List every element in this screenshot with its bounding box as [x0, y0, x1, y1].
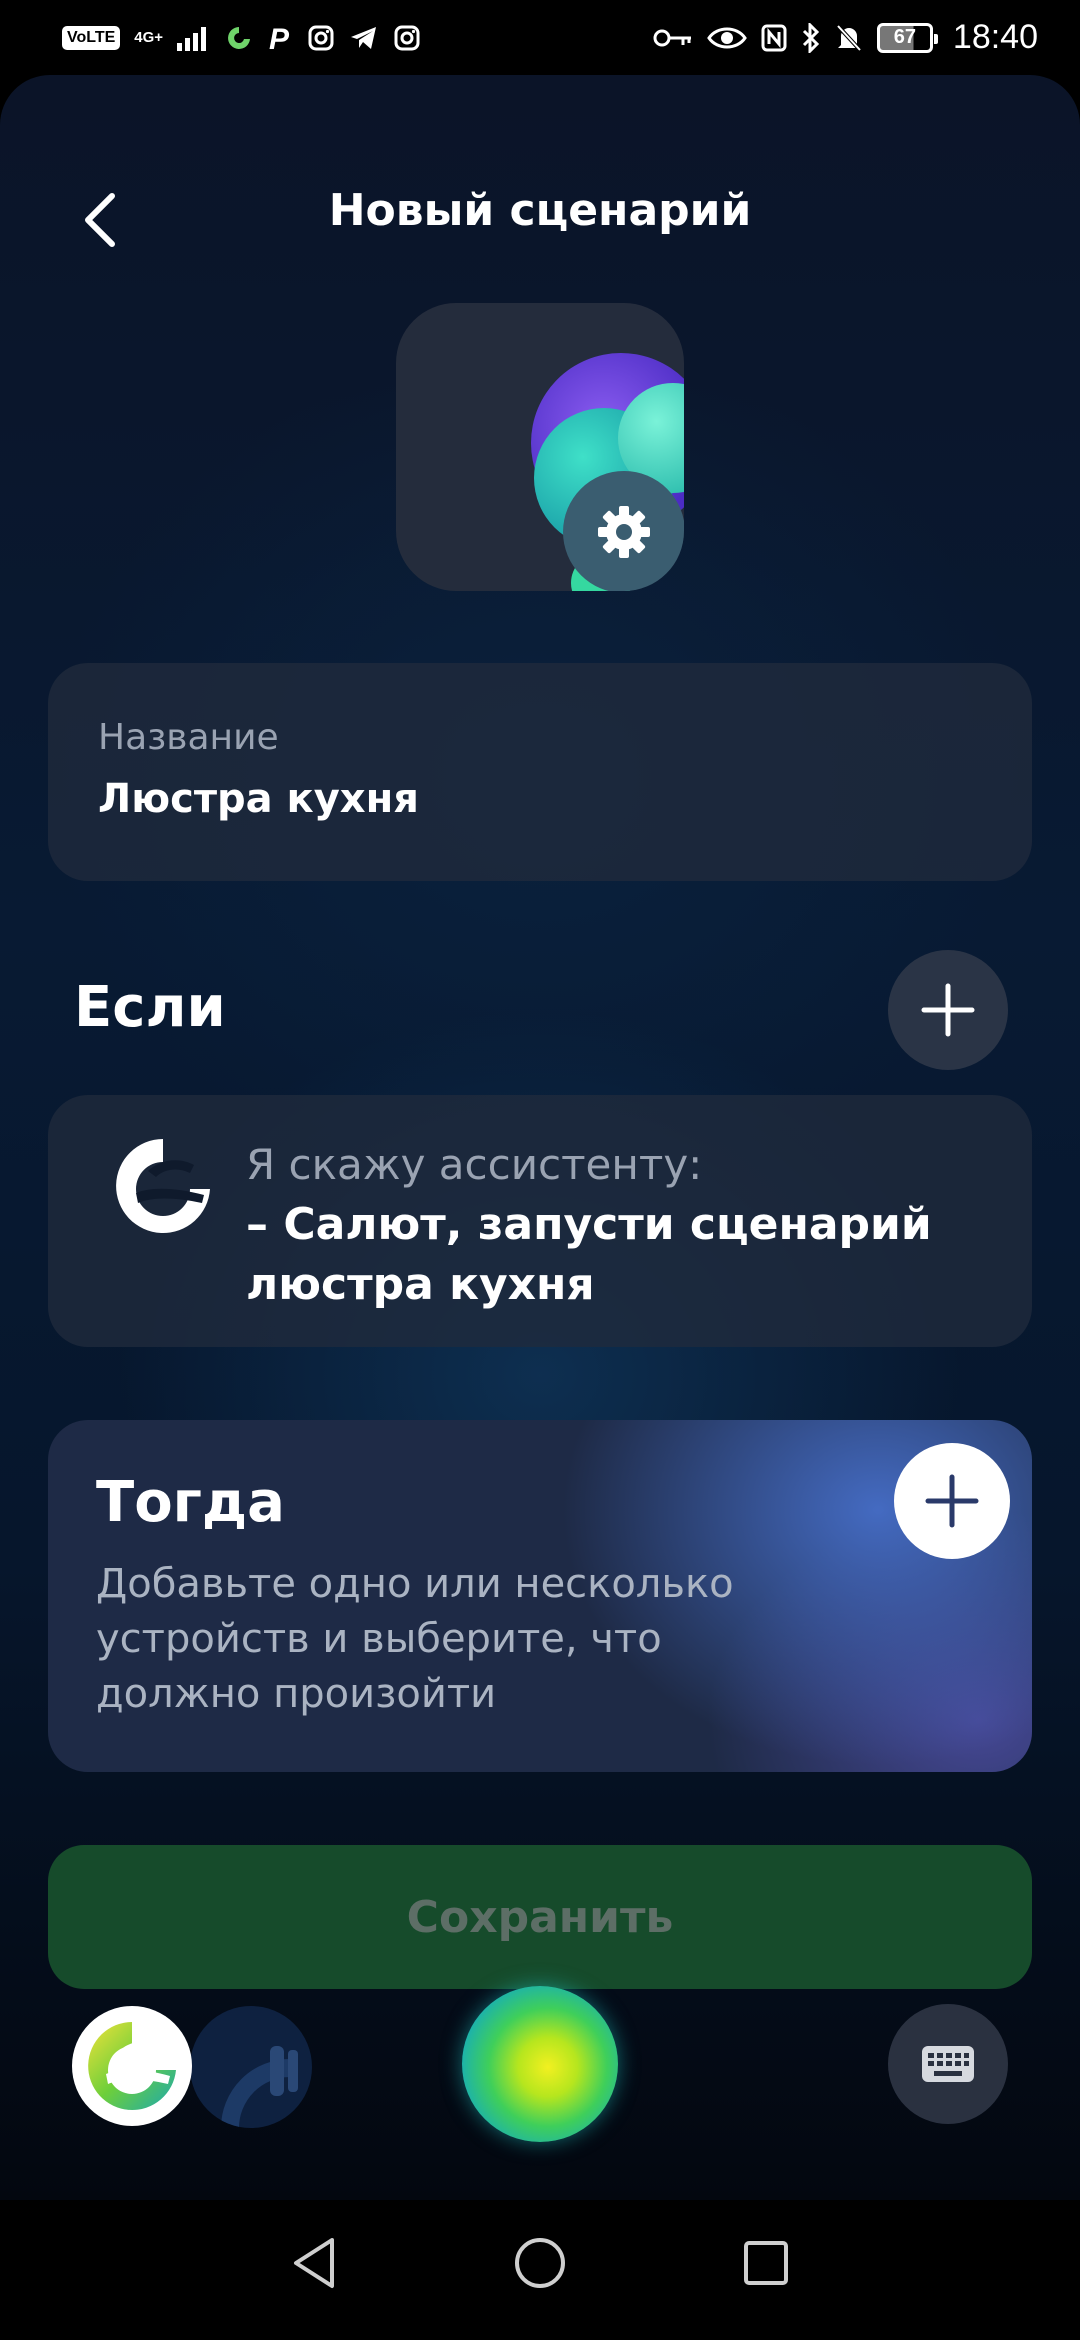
status-right: 67 18:40: [653, 18, 1038, 57]
mute-bell-icon: [835, 23, 863, 53]
then-section-title: Тогда: [96, 1470, 285, 1535]
nav-home-button[interactable]: [513, 2236, 567, 2294]
voice-assistant-orb-button[interactable]: [462, 1986, 618, 2142]
trigger-phrase: – Салют, запусти сценарий люстра кухня: [246, 1199, 932, 1310]
eye-icon: [707, 25, 747, 51]
action-card[interactable]: Тогда Добавьте одно или несколько устрой…: [48, 1420, 1032, 1772]
if-section-title: Если: [74, 975, 226, 1040]
circle-home-icon: [515, 2238, 565, 2288]
scenario-icon-button[interactable]: [396, 303, 684, 591]
trigger-prefix: Я скажу ассистенту:: [246, 1140, 703, 1189]
salute-assistant-icon: [108, 1131, 218, 1241]
nfc-icon: [761, 24, 787, 52]
plus-icon: [925, 1474, 979, 1528]
salute-logo-icon: [88, 2022, 176, 2110]
save-button[interactable]: Сохранить: [48, 1845, 1032, 1989]
clock: 18:40: [952, 18, 1038, 56]
square-recents-icon: [744, 2241, 788, 2285]
plus-icon: [921, 983, 975, 1037]
nav-recents-button[interactable]: [742, 2239, 790, 2291]
assistant-secondary-avatar[interactable]: [190, 2006, 312, 2128]
keyboard-button[interactable]: [888, 2004, 1008, 2124]
nav-back-button[interactable]: [290, 2236, 338, 2294]
gear-icon: [598, 506, 650, 558]
name-field-label: Название: [98, 717, 279, 758]
instagram-icon-2: [393, 24, 421, 52]
system-nav-bar: [0, 2200, 1080, 2340]
signal-icon: [177, 25, 211, 51]
volte-indicator: VoLTE: [62, 25, 121, 50]
add-trigger-button[interactable]: [888, 950, 1008, 1070]
salute-app-icon: [225, 24, 253, 52]
bluetooth-icon: [801, 22, 821, 53]
trigger-card[interactable]: Я скажу ассистенту: – Салют, запусти сце…: [48, 1095, 1032, 1347]
triangle-back-icon: [294, 2238, 334, 2288]
add-action-button[interactable]: [894, 1443, 1010, 1559]
assistant-avatar[interactable]: [72, 2006, 192, 2126]
key-icon: [653, 26, 693, 50]
keyboard-icon: [922, 2046, 974, 2082]
scenario-sheet: Новый сценарий Название Люстра кухня Есл…: [0, 75, 1080, 2200]
network-type: 4G+: [134, 28, 164, 46]
page-title: Новый сценарий: [328, 185, 752, 236]
then-description: Добавьте одно или несколько устройств и …: [96, 1561, 734, 1717]
name-field-value: Люстра кухня: [98, 776, 419, 822]
name-field[interactable]: Название Люстра кухня: [48, 663, 1032, 881]
settings-badge[interactable]: [563, 471, 684, 591]
telegram-icon: [349, 24, 379, 52]
parking-app-icon: P: [267, 23, 293, 53]
status-bar: VoLTE 4G+ P 67 18:40: [0, 0, 1080, 75]
status-left: VoLTE 4G+ P: [62, 23, 421, 53]
instagram-icon: [307, 24, 335, 52]
svg-text:P: P: [269, 23, 290, 53]
battery-indicator: 67: [876, 22, 938, 53]
